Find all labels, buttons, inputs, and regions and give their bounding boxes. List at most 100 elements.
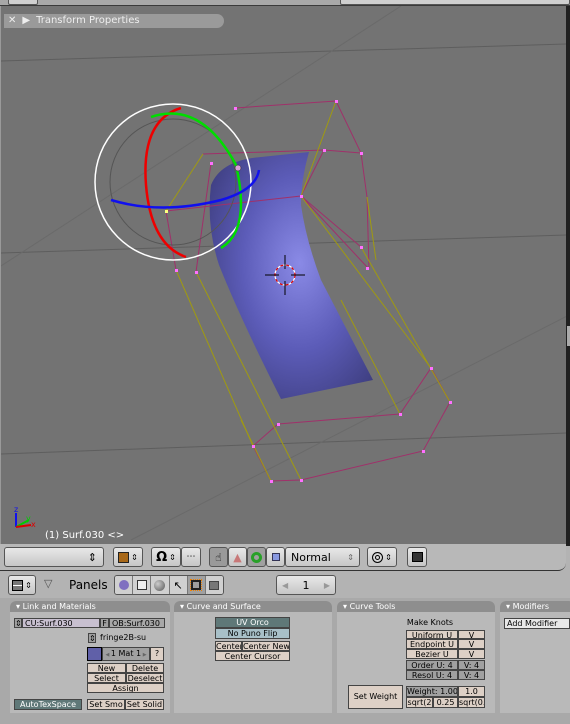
shading-sphere-icon — [154, 579, 166, 591]
grid-line — [1, 432, 566, 455]
weight-field[interactable]: Weight: 1.00 — [406, 686, 458, 697]
uniform-v-button[interactable]: V — [458, 630, 485, 639]
delete-material-button[interactable]: Delete — [126, 663, 164, 673]
arrow-right-icon[interactable]: ▶ — [324, 581, 330, 590]
curve-surface-panel: ▾ Curve and Surface UV Orco No Puno Flip… — [174, 601, 332, 713]
curve-tools-panel: ▾ Curve Tools Make Knots Uniform U V End… — [337, 601, 495, 713]
weight-025-button[interactable]: 0.25 — [433, 697, 458, 708]
bezier-v-button[interactable]: V — [458, 649, 485, 659]
bezier-u-button[interactable]: Bezier U — [406, 649, 458, 659]
svg-text:x: x — [31, 520, 36, 529]
panel-header[interactable]: ▾ Curve and Surface — [174, 601, 332, 612]
rotate-button[interactable] — [247, 547, 266, 567]
tab-editing[interactable] — [187, 576, 206, 594]
3d-viewport[interactable]: z y x ✕ ▶ Transform Properties (1) Surf.… — [0, 6, 566, 544]
material-name: fringe2B-su — [100, 633, 160, 643]
panel-header[interactable]: ▾ Modifiers — [500, 601, 570, 612]
object-cube-icon — [118, 551, 130, 563]
endpoint-u-button[interactable]: Endpoint U — [406, 639, 458, 649]
context-tabs: ↖ — [114, 575, 224, 595]
new-material-button[interactable]: New — [87, 663, 126, 673]
mode-select[interactable]: ⇕ — [113, 547, 143, 567]
modifiers-panel: ▾ Modifiers Add Modifier — [500, 601, 570, 713]
top-button[interactable] — [8, 0, 38, 5]
translate-button[interactable]: ▲ — [228, 547, 247, 567]
panel-header[interactable]: ▾ Curve Tools — [337, 601, 495, 612]
top-field[interactable] — [340, 0, 570, 5]
weight-1-button[interactable]: 1.0 — [458, 686, 485, 697]
weight-sqrt2-button[interactable]: sqrt(2 — [406, 697, 433, 708]
deselect-material-button[interactable]: Deselect — [126, 673, 164, 683]
scale-button[interactable] — [266, 547, 285, 567]
fake-user-button[interactable]: F — [100, 618, 109, 628]
material-browse-button[interactable]: ⇕ — [88, 633, 96, 643]
buttons-window-header: ⇕ ▽ Panels ↖ ◀ 1 ▶ — [0, 572, 570, 598]
snap-mode-button[interactable]: ⋯ — [181, 547, 201, 567]
uv-orco-toggle[interactable]: UV Orco — [215, 617, 290, 628]
curve-browse-button[interactable]: ⇕ — [14, 618, 22, 628]
expand-triangle-icon[interactable]: ▶ — [22, 14, 30, 28]
set-smooth-button[interactable]: Set Smo — [87, 699, 125, 710]
object-name-field[interactable]: OB:Surf.030 — [109, 618, 165, 628]
pivot-select[interactable]: ⇕ — [367, 547, 397, 567]
orientation-select[interactable]: Normal ⇕ — [285, 547, 360, 567]
rotate-ring-icon — [251, 551, 262, 563]
select-material-button[interactable]: Select — [87, 673, 126, 683]
material-help-button[interactable]: ? — [150, 647, 164, 661]
grid-diagonal — [1, 6, 402, 267]
script-icon — [136, 580, 147, 590]
hand-icon: ☝ — [215, 550, 222, 564]
center-cursor-button[interactable]: Center Cursor — [215, 651, 290, 661]
window-type-select[interactable]: ⇕ — [8, 575, 36, 595]
panel-header[interactable]: ▾ Link and Materials — [10, 601, 170, 612]
manipulator-hand-button[interactable]: ☝ — [209, 547, 228, 567]
manipulator-center — [234, 164, 242, 172]
set-weight-button[interactable]: Set Weight — [348, 685, 403, 709]
render-button[interactable] — [407, 547, 427, 567]
transform-properties-header[interactable]: ✕ ▶ Transform Properties — [4, 14, 224, 28]
tab-script[interactable] — [133, 576, 152, 594]
object-label: (1) Surf.030 <> — [45, 530, 125, 541]
material-color-swatch[interactable] — [87, 647, 102, 661]
order-v-field[interactable]: V: 4 — [458, 660, 485, 670]
endpoint-v-button[interactable]: V — [458, 639, 485, 649]
arrow-right-icon[interactable]: ▶ — [141, 652, 147, 658]
panel-title: Transform Properties — [36, 15, 140, 26]
orientation-value: Normal — [291, 550, 331, 564]
center-button[interactable]: Center — [215, 641, 242, 651]
arrow-left-icon[interactable]: ◀ — [282, 581, 288, 590]
set-solid-button[interactable]: Set Solid — [125, 699, 164, 710]
material-index-field[interactable]: ◀ 1 Mat 1 ▶ — [102, 647, 150, 661]
assign-material-button[interactable]: Assign — [87, 683, 164, 693]
tab-shading[interactable] — [151, 576, 170, 594]
view-menu-select[interactable]: ⇕ — [4, 547, 104, 567]
weight-sqrt05-button[interactable]: sqrt(0. — [458, 697, 485, 708]
render-image-icon — [411, 552, 423, 562]
editing-icon — [190, 579, 203, 591]
collapse-triangle-icon[interactable]: ▽ — [44, 577, 52, 590]
tab-logic[interactable] — [115, 576, 134, 594]
add-modifier-button[interactable]: Add Modifier — [504, 618, 570, 629]
tab-scene[interactable] — [205, 576, 223, 594]
scene-icon — [209, 580, 220, 590]
grid-line — [1, 43, 566, 62]
autotexspace-toggle[interactable]: AutoTexSpace — [14, 699, 82, 710]
page-value: 1 — [302, 578, 310, 592]
order-u-field[interactable]: Order U: 4 — [406, 660, 458, 670]
uniform-u-button[interactable]: Uniform U — [406, 630, 458, 639]
link-materials-panel: ▾ Link and Materials ⇕ CU:Surf.030 F OB:… — [10, 601, 170, 713]
tab-object[interactable]: ↖ — [169, 576, 188, 594]
no-puno-flip-toggle[interactable]: No Puno Flip — [215, 628, 290, 639]
viewport-scene: z y x — [1, 6, 566, 541]
curve-name-field[interactable]: CU:Surf.030 — [22, 618, 100, 628]
resol-v-field[interactable]: V: 4 — [458, 670, 485, 680]
snap-select[interactable]: Ω ⇕ — [151, 547, 181, 567]
center-new-button[interactable]: Center New — [242, 641, 290, 651]
page-number-field[interactable]: ◀ 1 ▶ — [276, 575, 336, 595]
make-knots-label: Make Knots — [405, 618, 455, 628]
translate-triangle-icon: ▲ — [233, 550, 242, 564]
resol-u-field[interactable]: Resol U: 4 — [406, 670, 458, 680]
panels-label: Panels — [69, 578, 108, 592]
window-divider[interactable] — [566, 6, 570, 546]
close-icon[interactable]: ✕ — [8, 14, 16, 28]
